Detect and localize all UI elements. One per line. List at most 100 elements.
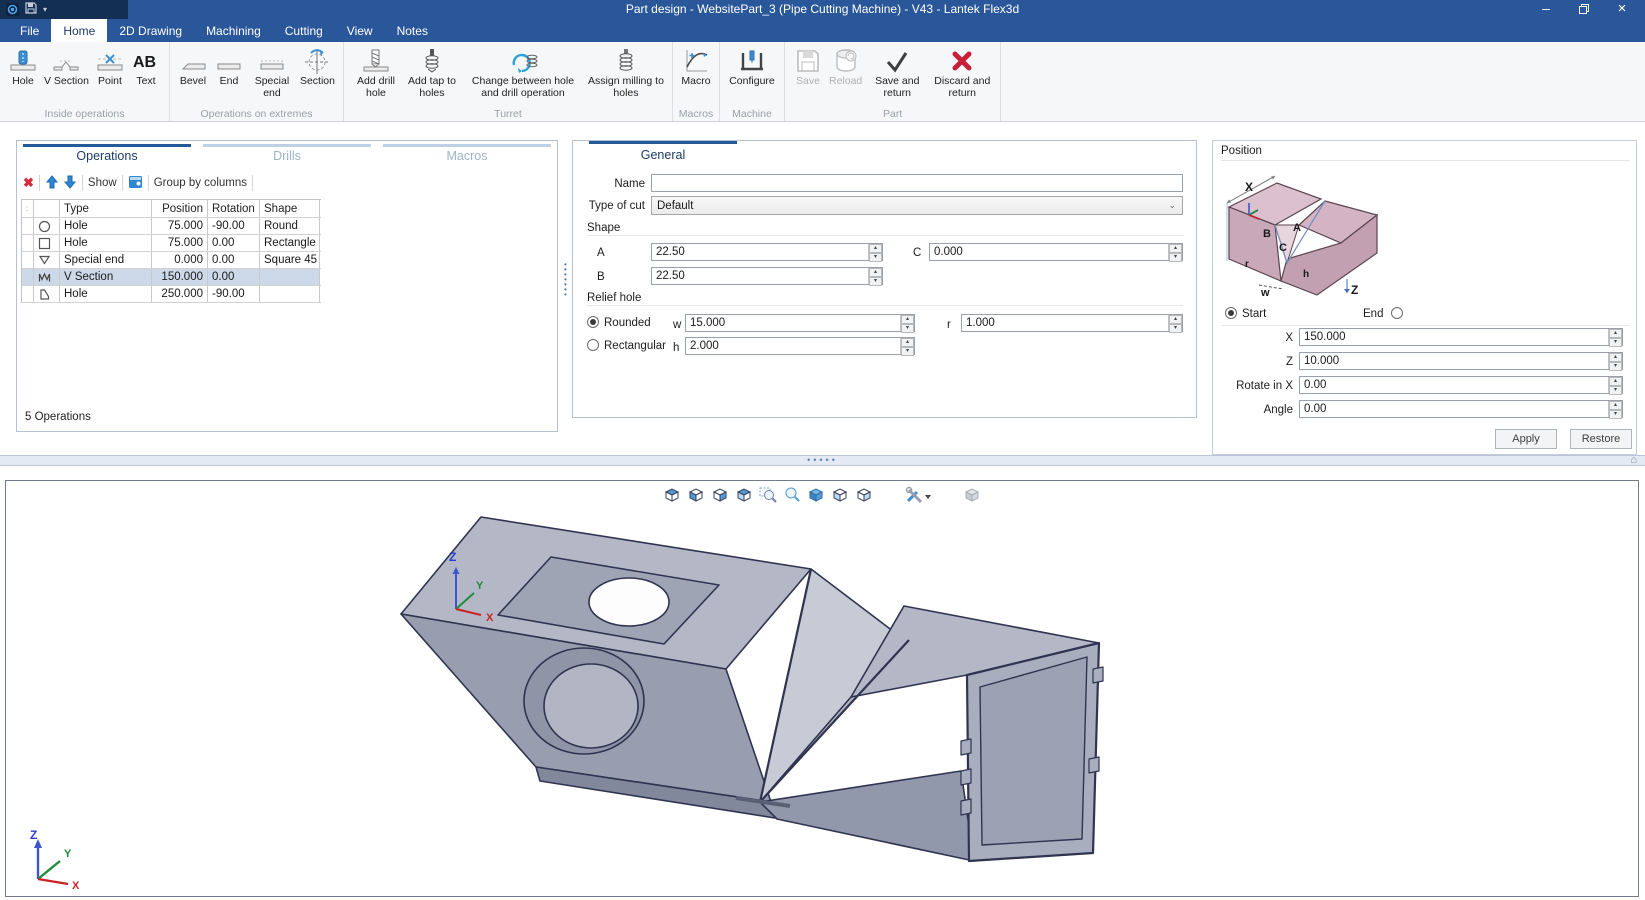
v-section-button[interactable]: V Section — [42, 45, 91, 89]
reload-icon — [831, 46, 861, 76]
discard-and-return-button[interactable]: Discard and return — [930, 45, 994, 100]
tab-macros[interactable]: Macros — [377, 141, 557, 171]
menu-tab-file[interactable]: File — [8, 19, 51, 42]
view-front-cube-icon[interactable] — [685, 485, 707, 505]
minimize-button[interactable]: – — [1529, 0, 1563, 19]
spinner[interactable]: ▴▾ — [900, 315, 914, 331]
save-button[interactable]: Save — [791, 45, 825, 89]
svg-text:Y: Y — [64, 848, 72, 860]
save-and-return-button[interactable]: Save and return — [866, 45, 928, 100]
menu-tab-notes[interactable]: Notes — [385, 19, 440, 42]
special-end-button[interactable]: Special end — [248, 45, 296, 100]
name-input[interactable] — [651, 174, 1183, 192]
menu-tab-home[interactable]: Home — [51, 19, 107, 42]
view-iso-cube-icon[interactable] — [733, 485, 755, 505]
tab-operations[interactable]: Operations — [17, 141, 197, 171]
zoom-window-icon[interactable] — [757, 485, 779, 505]
menu-tab-cutting[interactable]: Cutting — [273, 19, 335, 42]
wireframe-cube-icon[interactable] — [829, 485, 851, 505]
x-field[interactable]: 150.000 ▴▾ — [1299, 328, 1623, 346]
horizontal-splitter[interactable]: ••••• ⌂ — [0, 455, 1645, 466]
c-field[interactable]: 0.000 ▴▾ — [929, 243, 1183, 261]
rotate-in-x-field[interactable]: 0.00 ▴▾ — [1299, 376, 1623, 394]
bevel-button[interactable]: Bevel — [176, 45, 210, 89]
spinner[interactable]: ▴▾ — [1608, 353, 1622, 369]
move-down-icon[interactable] — [63, 175, 77, 192]
section-button[interactable]: Section — [298, 45, 337, 89]
ribbon-group-label: Turret — [344, 108, 672, 120]
view-tools-dropdown-icon[interactable] — [903, 485, 933, 505]
point-icon — [95, 46, 125, 76]
view-top-cube-icon[interactable] — [661, 485, 683, 505]
a-field[interactable]: 22.50 ▴▾ — [651, 243, 883, 261]
spinner[interactable]: ▴▾ — [868, 244, 882, 260]
splitter-grip-icon[interactable]: ••••• — [0, 455, 1645, 465]
menu-tab-2d-drawing[interactable]: 2D Drawing — [107, 19, 194, 42]
apply-button[interactable]: Apply — [1495, 429, 1557, 449]
end-button[interactable]: End — [212, 45, 246, 89]
restore-button-panel[interactable]: Restore — [1570, 429, 1632, 449]
angle-field[interactable]: 0.00 ▴▾ — [1299, 400, 1623, 418]
close-button[interactable]: × — [1605, 0, 1639, 19]
operations-panel-tabs: Operations Drills Macros — [17, 141, 557, 171]
add-drill-hole-button[interactable]: Add drill hole — [350, 45, 402, 100]
panel-splitter-handle[interactable]: ••••••• — [564, 262, 568, 306]
shaded-view-icon[interactable] — [805, 485, 827, 505]
table-row[interactable]: Hole 250.000 -90.00 — [22, 286, 321, 303]
rectangular-radio[interactable] — [587, 339, 599, 351]
spinner[interactable]: ▴▾ — [900, 338, 914, 354]
table-row[interactable]: Special end 0.000 0.00 Square 45 — [22, 252, 321, 269]
z-field[interactable]: 10.000 ▴▾ — [1299, 352, 1623, 370]
h-field[interactable]: 2.000 ▴▾ — [685, 337, 915, 355]
zoom-icon[interactable] — [781, 485, 803, 505]
spinner[interactable]: ▴▾ — [1168, 244, 1182, 260]
type-of-cut-dropdown[interactable]: Default⌄ — [651, 196, 1183, 215]
hole-profile-row-icon — [34, 286, 60, 302]
table-row-selected[interactable]: V Section 150.000 0.00 — [22, 269, 321, 286]
a-label: A — [597, 247, 605, 259]
macro-button[interactable]: Macro — [679, 45, 713, 89]
configure-button[interactable]: Configure — [726, 45, 778, 89]
hole-button[interactable]: Hole — [6, 45, 40, 89]
restore-button[interactable] — [1567, 0, 1601, 19]
menu-tab-view[interactable]: View — [335, 19, 385, 42]
spinner[interactable]: ▴▾ — [1608, 401, 1622, 417]
start-radio[interactable] — [1225, 307, 1237, 319]
change-hole-drill-button[interactable]: Change between hole and drill operation — [462, 45, 584, 100]
menu-tab-machining[interactable]: Machining — [194, 19, 273, 42]
group-by-columns-button[interactable]: Group by columns — [154, 177, 247, 189]
preview-window-icon[interactable] — [128, 175, 143, 192]
move-up-icon[interactable] — [45, 175, 59, 192]
h-label: h — [673, 342, 679, 354]
w-field[interactable]: 15.000 ▴▾ — [685, 314, 915, 332]
r-field[interactable]: 1.000 ▴▾ — [961, 314, 1183, 332]
operations-table-header[interactable]: : Type Position Rotation Shape — [22, 200, 321, 218]
spinner[interactable]: ▴▾ — [1608, 329, 1622, 345]
svg-text:r: r — [1245, 259, 1249, 270]
point-button[interactable]: Point — [93, 45, 127, 89]
text-button[interactable]: AB Text — [129, 45, 163, 89]
perspective-cube-icon[interactable] — [853, 485, 875, 505]
workspace: Operations Drills Macros ✖ Show Group by… — [0, 122, 1645, 455]
spinner[interactable]: ▴▾ — [1608, 377, 1622, 393]
delete-operation-icon[interactable]: ✖ — [23, 175, 34, 191]
view-side-cube-icon[interactable] — [709, 485, 731, 505]
table-row[interactable]: Hole 75.000 -90.00 Round — [22, 218, 321, 235]
rounded-radio[interactable] — [587, 316, 599, 328]
tab-drills[interactable]: Drills — [197, 141, 377, 171]
reload-button[interactable]: Reload — [827, 45, 864, 89]
b-field[interactable]: 22.50 ▴▾ — [651, 267, 883, 285]
viewport-3d[interactable]: Z Y X Z Y X — [5, 480, 1639, 897]
collapse-panel-icon[interactable]: ⌂ — [1630, 454, 1637, 466]
spinner[interactable]: ▴▾ — [1168, 315, 1182, 331]
show-button[interactable]: Show — [88, 177, 117, 189]
tab-general[interactable]: General — [589, 148, 737, 162]
assign-milling-button[interactable]: Assign milling to holes — [586, 45, 666, 100]
special-end-row-icon — [34, 252, 60, 268]
end-radio[interactable] — [1391, 307, 1403, 319]
hole-icon — [8, 46, 38, 76]
spinner[interactable]: ▴▾ — [868, 268, 882, 284]
table-row[interactable]: Hole 75.000 0.00 Rectangle — [22, 235, 321, 252]
material-cube-icon[interactable] — [961, 485, 983, 505]
add-tap-to-holes-button[interactable]: Add tap to holes — [404, 45, 460, 100]
